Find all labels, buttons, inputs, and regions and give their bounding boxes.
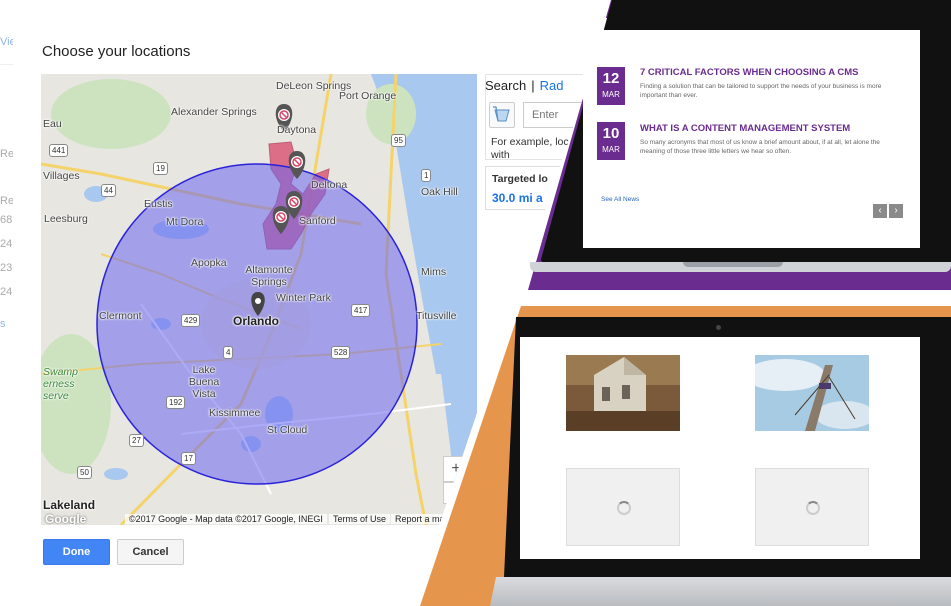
map-place-label: Apopka (191, 257, 227, 269)
map-place-label: Kissimmee (209, 407, 261, 419)
loading-spinner-icon (806, 501, 820, 515)
map-canvas (41, 74, 477, 525)
background-row: Re (0, 195, 15, 207)
road-shield: 528 (331, 346, 351, 359)
road-shield: 429 (181, 314, 201, 327)
search-tabs: Search | Rad (485, 78, 563, 93)
news-title-link[interactable]: WHAT IS A CONTENT MANAGEMENT SYSTEM (640, 123, 850, 134)
map-place-label: Port Orange (339, 90, 397, 102)
map-place-label: Winter Park (276, 292, 331, 304)
road-shield: 17 (181, 452, 196, 465)
monitor-stand (490, 577, 951, 606)
map-place-label: Alexander Springs (171, 106, 257, 118)
map-place-label: Leesburg (44, 213, 88, 225)
tab-separator: | (531, 78, 535, 93)
background-row: 68 (0, 214, 13, 226)
gallery-photo-pole[interactable] (755, 355, 869, 431)
background-link: s (0, 318, 6, 330)
road-shield: 441 (49, 144, 69, 157)
background-row: 23 (0, 262, 13, 274)
news-title-link[interactable]: 7 CRITICAL FACTORS WHEN CHOOSING A CMS (640, 67, 859, 78)
background-row: Re (0, 148, 15, 160)
background-row: 24 (0, 286, 13, 298)
road-shield: 1 (421, 169, 432, 182)
road-shield: 192 (166, 396, 186, 409)
google-logo: Google (45, 512, 87, 525)
gallery-placeholder (755, 468, 869, 546)
lake (104, 468, 128, 480)
gallery-placeholder (566, 468, 680, 546)
map-place-label: Eau (43, 118, 62, 130)
targeted-locations-label: Targeted lo (492, 173, 548, 185)
map-place-label: Clermont (99, 310, 142, 322)
map-place-label: Orlando (233, 314, 280, 328)
forest-area (51, 79, 171, 149)
news-day: 12 (602, 70, 620, 87)
terms-link[interactable]: Terms of Use (329, 514, 391, 524)
map-place-label: Oak Hill (421, 186, 458, 198)
news-month: MAR (602, 90, 620, 99)
next-arrow-button[interactable]: › (889, 204, 903, 218)
targeted-radius-value[interactable]: 30.0 mi a (492, 191, 543, 205)
map-place-label: Daytona (277, 124, 317, 136)
webcam-icon (716, 325, 721, 330)
map-place-label: Deltona (311, 179, 348, 191)
see-all-news-link[interactable]: See All News (601, 196, 639, 203)
gallery-photo-building[interactable] (566, 355, 680, 431)
location-type-icon[interactable] (489, 102, 515, 128)
road-shield: 44 (101, 184, 116, 197)
laptop-notch (683, 262, 783, 267)
map[interactable]: DeLeon Springs Port Orange Alexander Spr… (41, 74, 477, 525)
news-summary: So many acronyms that most of us know a … (640, 139, 880, 155)
news-date-badge: 12 MAR (597, 67, 625, 105)
tab-radius[interactable]: Rad (540, 78, 564, 93)
dialog-title: Choose your locations (42, 43, 191, 60)
background-row: 24 (0, 238, 13, 250)
map-place-label: Altamonte Springs (245, 264, 293, 288)
road-shield: 95 (391, 134, 406, 147)
report-map-error-link[interactable]: Report a ma (391, 514, 449, 524)
prev-arrow-button[interactable]: ‹ (873, 204, 887, 218)
map-place-label: Villages (43, 170, 80, 182)
map-place-label: Sanford (299, 215, 336, 227)
road-shield: 50 (77, 466, 92, 479)
road-shield: 4 (223, 346, 234, 359)
road-shield: 27 (129, 434, 144, 447)
news-day: 10 (602, 125, 620, 142)
road-shield: 417 (351, 304, 371, 317)
map-place-label: St Cloud (267, 424, 308, 436)
done-button[interactable]: Done (43, 539, 110, 565)
cancel-button[interactable]: Cancel (117, 539, 184, 565)
map-place-label: Swamp erness serve (43, 366, 79, 402)
map-place-label: Lakeland (43, 498, 96, 512)
map-place-label: Mt Dora (166, 216, 204, 228)
map-attribution: ©2017 Google - Map data ©2017 Google, IN… (125, 514, 327, 524)
news-month: MAR (602, 145, 620, 154)
map-place-label: Mims (421, 266, 447, 278)
news-summary: Finding a solution that can be tailored … (640, 83, 882, 99)
loading-spinner-icon (617, 501, 631, 515)
news-date-badge: 10 MAR (597, 122, 625, 160)
road-shield: 19 (153, 162, 168, 175)
map-place-label: Eustis (144, 198, 173, 210)
map-place-label: Titusville (416, 310, 457, 322)
map-place-label: Lake Buena Vista (188, 364, 220, 400)
tab-search[interactable]: Search (485, 78, 526, 93)
